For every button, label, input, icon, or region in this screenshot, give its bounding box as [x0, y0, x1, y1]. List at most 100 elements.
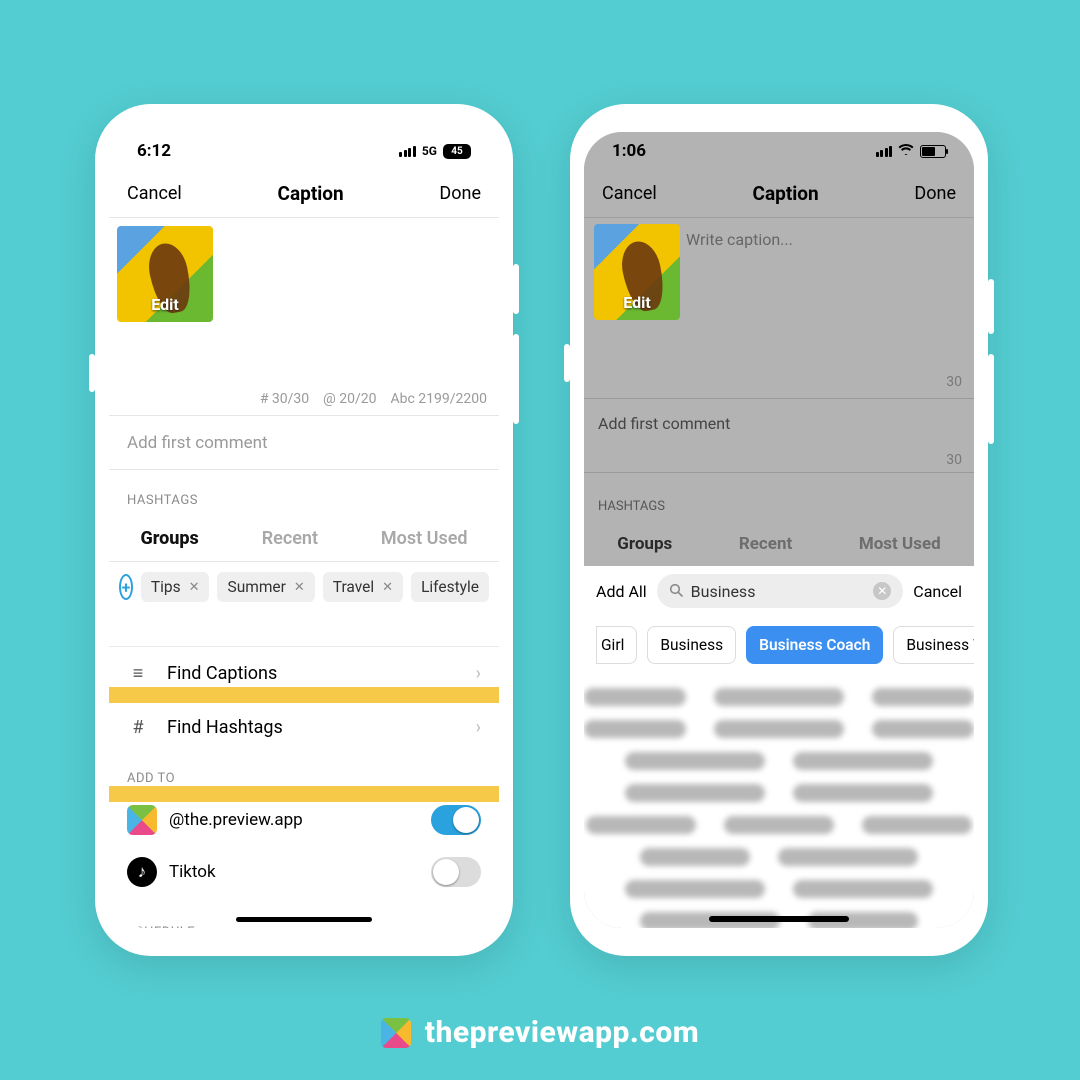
cellular-bars-icon — [876, 146, 893, 157]
nav-bar: Cancel Caption Done — [584, 170, 974, 218]
caption-count: 30 — [946, 374, 962, 390]
nav-bar: Cancel Caption Done — [109, 170, 499, 218]
tab-groups[interactable]: Groups — [617, 534, 672, 554]
network-type: 5G — [422, 144, 437, 158]
first-comment-count: 30 — [584, 448, 974, 472]
content-area: Edit Write caption... 30 Add first comme… — [584, 218, 974, 928]
hashtag-icon: # — [127, 717, 149, 738]
add-group-button[interactable]: + — [119, 574, 133, 600]
char-count: Abc 2199/2200 — [390, 391, 487, 407]
footer-text: thepreviewapp.com — [425, 1015, 699, 1050]
close-icon[interactable]: ✕ — [294, 580, 305, 595]
hashtag-search-row: Add All Business ✕ Cancel — [584, 566, 974, 616]
chip-summer[interactable]: Summer✕ — [217, 572, 314, 602]
find-captions-row[interactable]: ≡ Find Captions › — [109, 646, 499, 700]
battery-icon — [920, 145, 946, 158]
status-time: 6:12 — [137, 141, 171, 161]
pill-business[interactable]: Business — [647, 626, 736, 664]
status-bar: 1:06 — [584, 132, 974, 170]
chip-lifestyle[interactable]: Lifestyle — [411, 572, 489, 602]
side-button — [513, 334, 519, 424]
tab-most-used[interactable]: Most Used — [381, 528, 468, 549]
first-comment-input[interactable]: Add first comment — [584, 398, 974, 448]
chip-travel[interactable]: Travel✕ — [323, 572, 403, 602]
search-input[interactable]: Business ✕ — [657, 574, 904, 608]
close-icon[interactable]: ✕ — [382, 580, 393, 595]
hashtag-tabs: Groups Recent Most Used — [584, 522, 974, 566]
hashtag-results-blurred — [584, 674, 974, 928]
page-title: Caption — [753, 182, 819, 205]
addto-section-label: ADD TO — [109, 754, 499, 794]
done-button[interactable]: Done — [914, 183, 956, 204]
chevron-right-icon: › — [476, 717, 481, 738]
home-indicator[interactable] — [709, 916, 849, 922]
mention-count: @ 20/20 — [323, 391, 376, 407]
preview-app-logo-icon — [127, 805, 157, 835]
cancel-button[interactable]: Cancel — [602, 183, 657, 204]
screen-right: 1:06 Cancel Caption Done Edit — [584, 132, 974, 928]
edit-label: Edit — [151, 295, 179, 314]
clear-icon[interactable]: ✕ — [873, 582, 891, 600]
tab-groups[interactable]: Groups — [140, 528, 198, 549]
captions-icon: ≡ — [127, 663, 149, 684]
status-time: 1:06 — [612, 141, 646, 161]
close-icon[interactable]: ✕ — [189, 580, 200, 595]
hashtag-group-chips: + Tips✕ Summer✕ Travel✕ Lifestyle — [109, 562, 499, 612]
find-captions-label: Find Captions — [167, 663, 277, 684]
branding-footer: thepreviewapp.com — [0, 1015, 1080, 1050]
preview-toggle[interactable] — [431, 805, 481, 835]
page-title: Caption — [278, 182, 344, 205]
search-value: Business — [691, 582, 756, 601]
tiktok-toggle[interactable] — [431, 857, 481, 887]
pill-partial[interactable]: Girl — [596, 626, 637, 664]
suggestion-pills: Girl Business Business Coach Business Wo… — [584, 616, 974, 674]
tiktok-logo-icon — [127, 857, 157, 887]
preview-app-logo-icon — [381, 1018, 411, 1048]
phone-frame-right: 1:06 Cancel Caption Done Edit — [570, 104, 988, 956]
preview-handle: @the.preview.app — [169, 810, 303, 830]
find-hashtags-row[interactable]: # Find Hashtags › — [109, 700, 499, 754]
pill-business-coach[interactable]: Business Coach — [746, 626, 883, 664]
side-button — [988, 354, 994, 444]
media-thumbnail[interactable]: Edit — [117, 226, 213, 322]
chip-tips[interactable]: Tips✕ — [141, 572, 210, 602]
hashtag-count: # 30/30 — [260, 391, 309, 407]
home-indicator[interactable] — [236, 917, 372, 922]
battery-badge: 45 — [443, 144, 471, 159]
tab-recent[interactable]: Recent — [262, 528, 318, 549]
find-hashtags-label: Find Hashtags — [167, 717, 283, 738]
media-thumbnail[interactable]: Edit — [594, 224, 680, 320]
search-icon — [669, 582, 683, 601]
status-bar: 6:12 5G 45 — [109, 132, 499, 170]
cancel-button[interactable]: Cancel — [127, 183, 182, 204]
caption-area[interactable]: Edit # 30/30 @ 20/20 Abc 2199/2200 — [109, 226, 499, 416]
tiktok-label: Tiktok — [169, 862, 216, 882]
side-button — [564, 344, 570, 382]
schedule-section-label: SCHEDULE — [109, 898, 499, 928]
pill-business-woman[interactable]: Business Woman — [893, 626, 974, 664]
first-comment-placeholder: Add first comment — [127, 433, 268, 453]
search-cancel-button[interactable]: Cancel — [913, 582, 962, 601]
content-area: Edit # 30/30 @ 20/20 Abc 2199/2200 Add f… — [109, 218, 499, 928]
phone-frame-left: 6:12 5G 45 Cancel Caption Done Edit — [95, 104, 513, 956]
side-button — [89, 354, 95, 392]
caption-placeholder: Write caption... — [686, 224, 793, 392]
addto-tiktok-row: Tiktok — [109, 846, 499, 898]
add-all-button[interactable]: Add All — [596, 582, 647, 601]
wifi-icon — [898, 143, 914, 159]
chevron-right-icon: › — [476, 663, 481, 684]
edit-label: Edit — [623, 293, 651, 312]
screen-left: 6:12 5G 45 Cancel Caption Done Edit — [109, 132, 499, 928]
hashtag-tabs: Groups Recent Most Used — [109, 516, 499, 562]
caption-area[interactable]: Edit Write caption... 30 — [584, 218, 974, 398]
tab-most-used[interactable]: Most Used — [859, 534, 941, 554]
side-button — [513, 264, 519, 314]
addto-preview-row: @the.preview.app — [109, 794, 499, 846]
tab-recent[interactable]: Recent — [739, 534, 792, 554]
character-counts: # 30/30 @ 20/20 Abc 2199/2200 — [260, 391, 487, 407]
hashtags-section-label: HASHTAGS — [584, 472, 974, 522]
cellular-bars-icon — [399, 146, 416, 157]
first-comment-input[interactable]: Add first comment — [109, 416, 499, 470]
side-button — [988, 279, 994, 334]
done-button[interactable]: Done — [439, 183, 481, 204]
